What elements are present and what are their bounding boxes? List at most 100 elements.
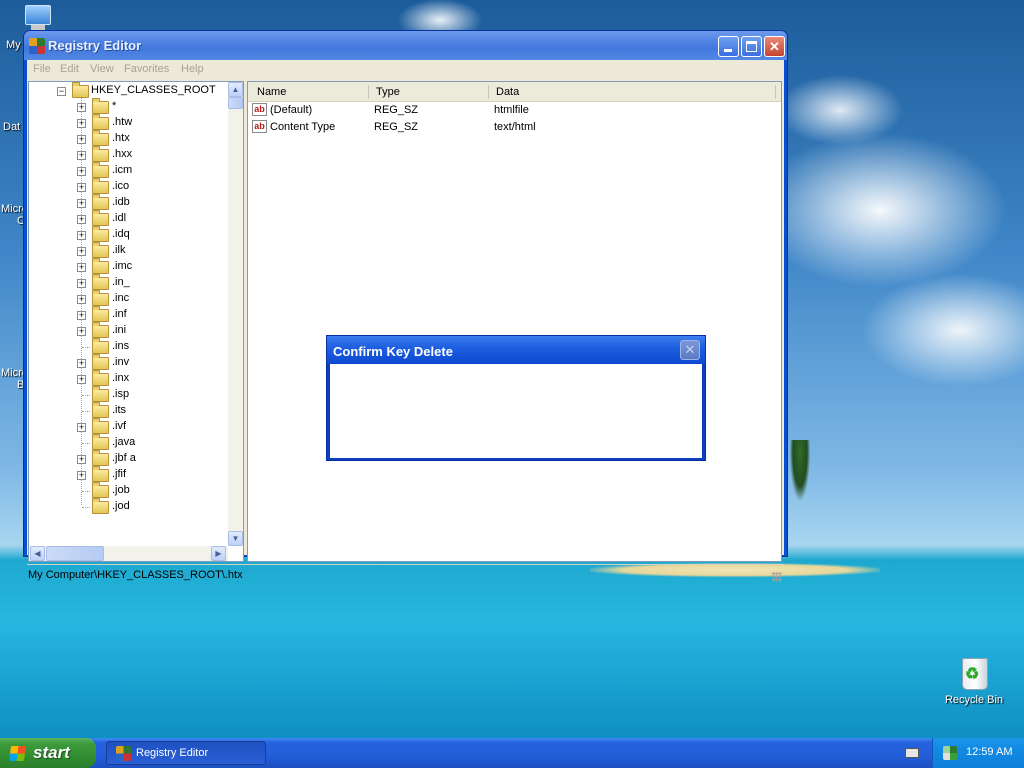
tree-item[interactable]: + * [29, 98, 228, 115]
folder-icon [92, 210, 109, 226]
monitor-icon [25, 5, 51, 25]
taskbar-item-registry-editor[interactable]: Registry Editor [106, 741, 266, 765]
expand-icon[interactable]: + [77, 295, 86, 304]
expand-icon[interactable]: + [77, 375, 86, 384]
tree-item[interactable]: + .ico [29, 178, 228, 195]
registry-tree[interactable]: − HKEY_CLASSES_ROOT + * + .htw + .htx + .hxx + .i… [28, 81, 244, 562]
tree-item[interactable]: + .idq [29, 226, 228, 243]
scroll-right-button[interactable]: ▶ [211, 546, 226, 561]
tree-item-label: .hxx [112, 148, 133, 160]
folder-icon [92, 386, 109, 402]
expand-icon[interactable]: + [77, 311, 86, 320]
tree-item[interactable]: + .htx [29, 130, 228, 147]
tree-vertical-scrollbar[interactable]: ▲ ▼ [228, 82, 243, 546]
tree-item[interactable]: + .icm [29, 162, 228, 179]
string-value-icon: ab [252, 120, 267, 133]
expand-icon[interactable]: + [77, 183, 86, 192]
system-tray: 12:59 AM [932, 738, 1024, 768]
dialog-title: Confirm Key Delete [333, 344, 453, 359]
tree-item[interactable]: + .inc [29, 290, 228, 307]
tree-item[interactable]: .job [29, 482, 228, 499]
collapse-icon[interactable]: − [57, 87, 66, 96]
value-row[interactable]: ab Content Type REG_SZ text/html [252, 119, 772, 135]
scroll-thumb[interactable] [228, 97, 243, 109]
expand-icon[interactable]: + [77, 151, 86, 160]
registry-values-list[interactable]: Name Type Data ab (Default) REG_SZ htmlf… [247, 81, 782, 562]
expand-icon[interactable]: + [77, 231, 86, 240]
tree-item-label: .inv [112, 356, 130, 368]
maximize-icon [746, 41, 757, 52]
expand-icon[interactable]: + [77, 327, 86, 336]
expand-icon[interactable]: + [77, 135, 86, 144]
scroll-up-button[interactable]: ▲ [228, 82, 243, 97]
tree-item[interactable]: + .inv [29, 354, 228, 371]
tree-item[interactable]: + .imc [29, 258, 228, 275]
scroll-down-button[interactable]: ▼ [228, 531, 243, 546]
scroll-left-button[interactable]: ◀ [30, 546, 45, 561]
menu-favorites[interactable]: Favorites [124, 63, 169, 75]
tree-horizontal-scrollbar[interactable]: ◀ ▶ [29, 546, 228, 561]
recycle-bin-desktop-icon[interactable]: ♻ Recycle Bin [944, 656, 1004, 712]
tree-item-label: .htw [112, 116, 133, 128]
column-type[interactable]: Type [376, 86, 400, 98]
clock[interactable]: 12:59 AM [966, 746, 1012, 758]
tree-item[interactable]: + .htw [29, 114, 228, 131]
registry-editor-icon[interactable] [29, 38, 45, 54]
expand-icon[interactable]: + [77, 279, 86, 288]
desktop-icon-label-my[interactable]: My [6, 39, 21, 51]
expand-icon[interactable]: + [77, 423, 86, 432]
expand-icon[interactable]: + [77, 103, 86, 112]
tree-item[interactable]: + .inf [29, 306, 228, 323]
tree-item[interactable]: .ins [29, 338, 228, 355]
tree-item[interactable]: .its [29, 402, 228, 419]
tree-item[interactable]: + .jbf a [29, 450, 228, 467]
tree-root-hkcr[interactable]: − HKEY_CLASSES_ROOT [29, 82, 228, 99]
dialog-close-button[interactable]: ✕ [680, 340, 700, 360]
tree-item[interactable]: + .jfif [29, 466, 228, 483]
value-row[interactable]: ab (Default) REG_SZ htmlfile [252, 102, 772, 118]
expand-icon[interactable]: + [77, 167, 86, 176]
dialog-titlebar[interactable]: Confirm Key Delete [327, 336, 705, 364]
tree-item-label: .jfif [112, 468, 127, 480]
window-title: Registry Editor [48, 38, 142, 53]
resize-grip[interactable] [772, 572, 782, 582]
folder-icon [92, 290, 109, 306]
start-button[interactable]: start [0, 738, 96, 768]
tree-item[interactable]: + .idl [29, 210, 228, 227]
maximize-button[interactable] [741, 36, 762, 57]
column-name[interactable]: Name [257, 86, 286, 98]
column-data[interactable]: Data [496, 86, 519, 98]
network-icon[interactable] [943, 746, 957, 760]
tree-item[interactable]: + .ivf [29, 418, 228, 435]
expand-icon[interactable]: + [77, 119, 86, 128]
tree-item[interactable]: + .ilk [29, 242, 228, 259]
menu-file[interactable]: File [33, 63, 51, 75]
tree-item[interactable]: + .hxx [29, 146, 228, 163]
menu-help[interactable]: Help [181, 63, 204, 75]
my-computer-desktop-icon[interactable] [22, 3, 52, 33]
tree-item[interactable]: .java [29, 434, 228, 451]
expand-icon[interactable]: + [77, 359, 86, 368]
expand-icon[interactable]: + [77, 215, 86, 224]
tree-item[interactable]: + .inx [29, 370, 228, 387]
expand-icon[interactable]: + [77, 471, 86, 480]
tree-item[interactable]: + .idb [29, 194, 228, 211]
tree-item[interactable]: + .ini [29, 322, 228, 339]
minimize-button[interactable] [718, 36, 739, 57]
close-button[interactable]: ✕ [764, 36, 785, 57]
tree-item[interactable]: .isp [29, 386, 228, 403]
registry-editor-client: File Edit View Favorites Help − HKEY_CLA… [27, 60, 784, 582]
menu-view[interactable]: View [90, 63, 114, 75]
keyboard-icon[interactable] [905, 748, 919, 758]
tree-item-label: .java [112, 436, 136, 448]
tree-root-label: HKEY_CLASSES_ROOT [91, 84, 216, 96]
desktop-icon-label-dat[interactable]: Dat [3, 121, 20, 133]
expand-icon[interactable]: + [77, 199, 86, 208]
expand-icon[interactable]: + [77, 247, 86, 256]
expand-icon[interactable]: + [77, 263, 86, 272]
tree-item[interactable]: .jod [29, 498, 228, 515]
menu-edit[interactable]: Edit [60, 63, 79, 75]
expand-icon[interactable]: + [77, 455, 86, 464]
tree-item[interactable]: + .in_ [29, 274, 228, 291]
hscroll-thumb[interactable] [46, 546, 104, 561]
